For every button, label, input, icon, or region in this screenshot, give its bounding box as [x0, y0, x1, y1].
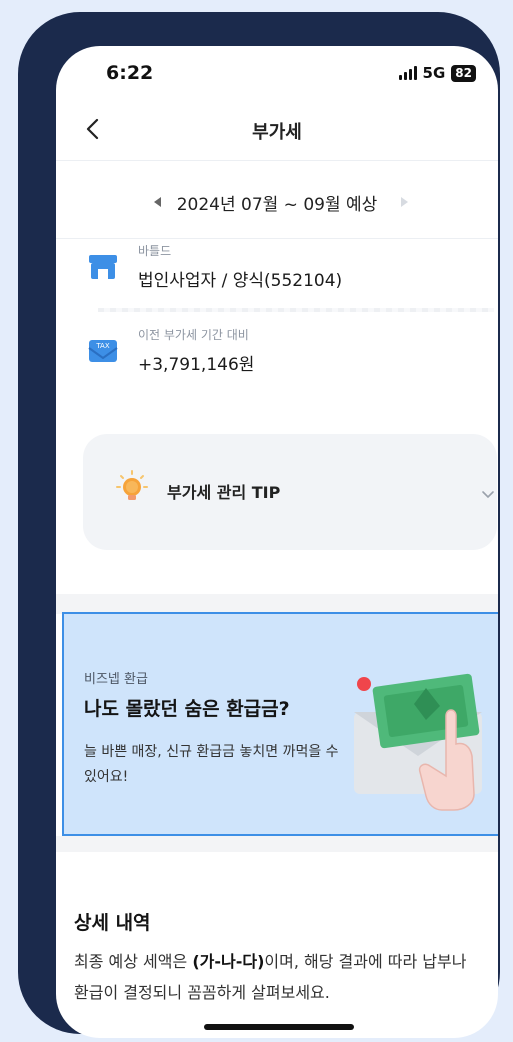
navbar-divider	[56, 160, 498, 161]
status-right: 5G 82	[398, 64, 476, 82]
status-time: 6:22	[106, 62, 154, 84]
banner-headline: 나도 몰랐던 숨은 환급금?	[84, 698, 290, 720]
tip-label: 부가세 관리 TIP	[167, 483, 281, 502]
home-indicator	[204, 1024, 354, 1030]
detail-title: 상세 내역	[74, 912, 151, 934]
detail-section-gap	[56, 836, 498, 852]
comparison-info-row: TAX 이전 부가세 기간 대비 +3,791,146원	[86, 326, 486, 382]
lightbulb-icon	[111, 468, 153, 510]
signal-icon	[398, 66, 417, 80]
section-gap	[56, 594, 498, 614]
comparison-value: +3,791,146원	[138, 355, 255, 375]
banner-eyebrow: 비즈넵 환급	[84, 672, 148, 687]
period-selector: 2024년 07월 ~ 09월 예상	[56, 186, 498, 218]
business-type: 법인사업자 / 양식(552104)	[138, 271, 343, 291]
money-envelope-illustration	[354, 664, 494, 814]
business-name: 바틀드	[138, 244, 172, 258]
period-divider	[56, 238, 498, 239]
row-divider	[98, 308, 494, 312]
business-info-row: 바틀드 법인사업자 / 양식(552104)	[86, 242, 486, 298]
detail-formula: (가-나-다)	[192, 952, 265, 971]
tip-accordion[interactable]: 부가세 관리 TIP	[83, 434, 497, 550]
period-label: 2024년 07월 ~ 09월 예상	[176, 195, 378, 215]
top-navbar: 부가세	[56, 104, 498, 160]
battery-icon: 82	[451, 64, 476, 82]
banner-description: 늘 바쁜 매장, 신규 환급금 놓치면 까먹을 수 있어요!	[84, 744, 339, 785]
svg-text:TAX: TAX	[95, 342, 110, 350]
phone-frame: 6:22 5G 82 부가세 2024년 07월 ~ 09월 예상 바틀드 법인…	[18, 12, 500, 1038]
triangle-right-icon	[401, 197, 408, 207]
app-screen: 6:22 5G 82 부가세 2024년 07월 ~ 09월 예상 바틀드 법인…	[56, 46, 498, 1038]
chevron-down-icon	[481, 484, 495, 503]
comparison-label: 이전 부가세 기간 대비	[138, 328, 249, 342]
tax-envelope-icon: TAX	[86, 334, 120, 368]
network-label: 5G	[422, 64, 446, 82]
detail-description: 최종 예상 세액은 (가-나-다)이며, 해당 결과에 따라 납부나 환급이 결…	[74, 946, 484, 1008]
next-period-button[interactable]	[399, 194, 411, 213]
detail-text-start: 최종 예상 세액은	[74, 952, 193, 971]
page-title: 부가세	[252, 122, 302, 143]
status-bar: 6:22 5G 82	[56, 46, 498, 102]
refund-banner[interactable]: 비즈넵 환급 나도 몰랐던 숨은 환급금? 늘 바쁜 매장, 신규 환급금 놓치…	[62, 612, 498, 836]
store-icon	[86, 250, 120, 284]
